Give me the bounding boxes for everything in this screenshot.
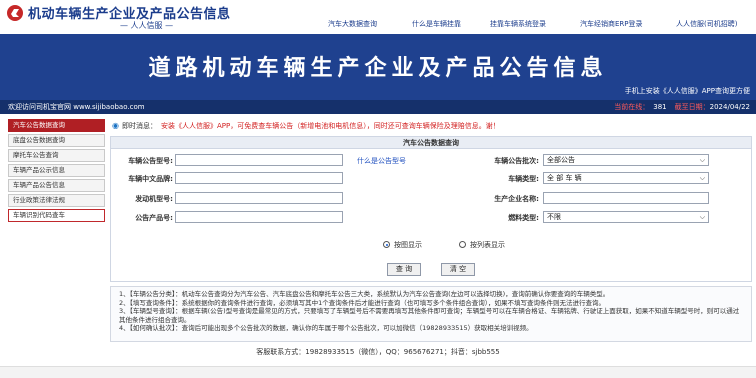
nav-what-is-affiliation[interactable]: 什么是车辆挂靠 bbox=[412, 19, 461, 29]
sidebar-item-label: 车辆产品公告信息 bbox=[13, 181, 65, 189]
clear-button[interactable]: 清 空 bbox=[441, 263, 475, 276]
visits-label: 当前在线： bbox=[614, 103, 650, 111]
sidebar-item-policy-law[interactable]: 行业政策法律法规 bbox=[8, 194, 105, 207]
radio-show-list[interactable]: 按列表显示 bbox=[459, 240, 505, 250]
help-line: 3、【车辆型号查询】：根据车辆(公告)型号查询是最常见的方式，只要填写了车辆型号… bbox=[119, 307, 740, 324]
help-line: 4、【如何确认批次】：查询后可能出现多个公告批次的数据，确认你的车属于哪个公告批… bbox=[119, 324, 533, 333]
nav-driver-recruit[interactable]: 人人信服(司机招聘) bbox=[676, 19, 737, 29]
sidebar-item-label: 摩托车公告查询 bbox=[13, 151, 59, 159]
chevron-down-icon: ⌵ bbox=[699, 156, 705, 164]
model-no-label: 车辆公告型号: bbox=[128, 157, 173, 165]
radio-checked-icon bbox=[383, 241, 390, 248]
radio-label: 按列表显示 bbox=[470, 241, 505, 249]
brand-label: 车辆中文品牌: bbox=[128, 175, 173, 183]
engine-label: 发动机型号: bbox=[135, 195, 173, 203]
help-line: 1、【车辆公告分类】：机动车公告查询分为汽车公告、汽车底盘公告和摩托车公告三大类… bbox=[119, 290, 610, 298]
top-bar: 机动车辆生产企业及产品公告信息 — 人人信服 — 汽车大数据查询 什么是车辆挂靠… bbox=[0, 0, 756, 34]
sidebar-item-product-publicity[interactable]: 车辆产品公示信息 bbox=[8, 164, 105, 177]
batch-select[interactable]: 全部公告 ⌵ bbox=[543, 154, 709, 166]
sidebar-item-label: 底盘公告数据查询 bbox=[13, 136, 65, 144]
product-no-input[interactable] bbox=[175, 211, 343, 223]
chevron-down-icon: ⌵ bbox=[699, 174, 705, 182]
sidebar-item-product-notice[interactable]: 车辆产品公告信息 bbox=[8, 179, 105, 192]
fuel-label: 燃料类型: bbox=[508, 214, 539, 222]
bottom-bar bbox=[0, 366, 756, 378]
batch-label: 车辆公告批次: bbox=[494, 157, 539, 165]
info-icon: ◉ bbox=[112, 121, 119, 130]
sidebar-item-chassis-notice[interactable]: 底盘公告数据查询 bbox=[8, 134, 105, 147]
search-button[interactable]: 查 询 bbox=[387, 263, 421, 276]
sidebar-item-motorcycle-notice[interactable]: 摩托车公告查询 bbox=[8, 149, 105, 162]
sidebar-item-car-notice[interactable]: 汽车公告数据查询 bbox=[8, 119, 105, 132]
notice-label: 即时消息： bbox=[121, 122, 157, 130]
radio-show-image[interactable]: 按图显示 bbox=[383, 240, 422, 250]
sidebar-item-label: 行业政策法律法规 bbox=[13, 196, 65, 204]
sidebar: 汽车公告数据查询 底盘公告数据查询 摩托车公告查询 车辆产品公示信息 车辆产品公… bbox=[8, 119, 105, 224]
radio-unchecked-icon bbox=[459, 241, 466, 248]
model-no-input[interactable] bbox=[175, 154, 343, 166]
sidebar-item-label: 车辆产品公示信息 bbox=[13, 166, 65, 174]
nav-big-data[interactable]: 汽车大数据查询 bbox=[328, 19, 377, 29]
fuel-select[interactable]: 不限 ⌵ bbox=[543, 211, 709, 223]
sidebar-item-vin-lookup[interactable]: 车辆识别代码查车 bbox=[8, 209, 105, 222]
instant-notice: ◉ 即时消息： 安装《人人信服》APP，可免费查车辆公告（新增电池和电机信息），同时… bbox=[112, 121, 500, 131]
stats: 当前在线： 381 截至日期：2024/04/22 bbox=[614, 102, 750, 112]
welcome-text: 欢迎访问司机宝官网 www.sijibaobao.com bbox=[8, 103, 145, 111]
banner-title: 道路机动车辆生产企业及产品公告信息 bbox=[148, 56, 608, 81]
help-notes: 1、【车辆公告分类】：机动车公告查询分为汽车公告、汽车底盘公告和摩托车公告三大类… bbox=[110, 286, 752, 342]
company-label: 生产企业名称: bbox=[494, 195, 539, 203]
product-no-label: 公告产品号: bbox=[135, 214, 173, 222]
footer-contact: 客服联系方式：19828933515（微信），QQ：965676271；抖音：s… bbox=[256, 348, 500, 356]
batch-select-value: 全部公告 bbox=[547, 156, 575, 164]
vehicle-type-label: 车辆类型: bbox=[508, 175, 539, 183]
info-strip: 欢迎访问司机宝官网 www.sijibaobao.com 当前在线： 381 截至日… bbox=[0, 100, 756, 114]
what-is-model-link[interactable]: 什么是公告型号 bbox=[357, 156, 406, 166]
banner: 道路机动车辆生产企业及产品公告信息 手机上安装《人人信服》APP查询更方便 bbox=[0, 34, 756, 100]
fuel-select-value: 不限 bbox=[547, 213, 561, 221]
radio-label: 按图显示 bbox=[394, 241, 422, 249]
sidebar-item-label: 车辆识别代码查车 bbox=[13, 211, 65, 219]
company-input[interactable] bbox=[543, 192, 709, 204]
nav-affiliation-login[interactable]: 挂靠车辆系统登录 bbox=[490, 19, 546, 29]
visits-value: 381 bbox=[653, 103, 667, 111]
vehicle-type-value: 全 部 车 辆 bbox=[547, 174, 582, 182]
sidebar-item-label: 汽车公告数据查询 bbox=[13, 121, 65, 129]
banner-app-note: 手机上安装《人人信服》APP查询更方便 bbox=[624, 87, 750, 95]
top-nav: 汽车大数据查询 什么是车辆挂靠 挂靠车辆系统登录 汽车经销商ERP登录 人人信服… bbox=[0, 19, 756, 31]
notice-text: 安装《人人信服》APP，可免费查车辆公告（新增电池和电机信息），同时还可查询车辆… bbox=[160, 122, 500, 130]
form-title: 汽车公告数据查询 bbox=[111, 137, 751, 149]
search-form-panel: 汽车公告数据查询 车辆公告型号: 什么是公告型号 车辆公告批次: 全部公告 ⌵ 车… bbox=[110, 136, 752, 282]
chevron-down-icon: ⌵ bbox=[699, 213, 705, 221]
vehicle-type-select[interactable]: 全 部 车 辆 ⌵ bbox=[543, 172, 709, 184]
help-line: 2、【填写查询条件】：系统根据你的查询条件进行查询，必须填写其中1个查询条件后才… bbox=[119, 298, 606, 307]
engine-input[interactable] bbox=[175, 192, 343, 204]
date-label: 截至日期： bbox=[674, 103, 710, 111]
nav-dealer-erp-login[interactable]: 汽车经销商ERP登录 bbox=[580, 19, 643, 29]
date-value: 2024/04/22 bbox=[709, 103, 750, 111]
brand-input[interactable] bbox=[175, 172, 343, 184]
